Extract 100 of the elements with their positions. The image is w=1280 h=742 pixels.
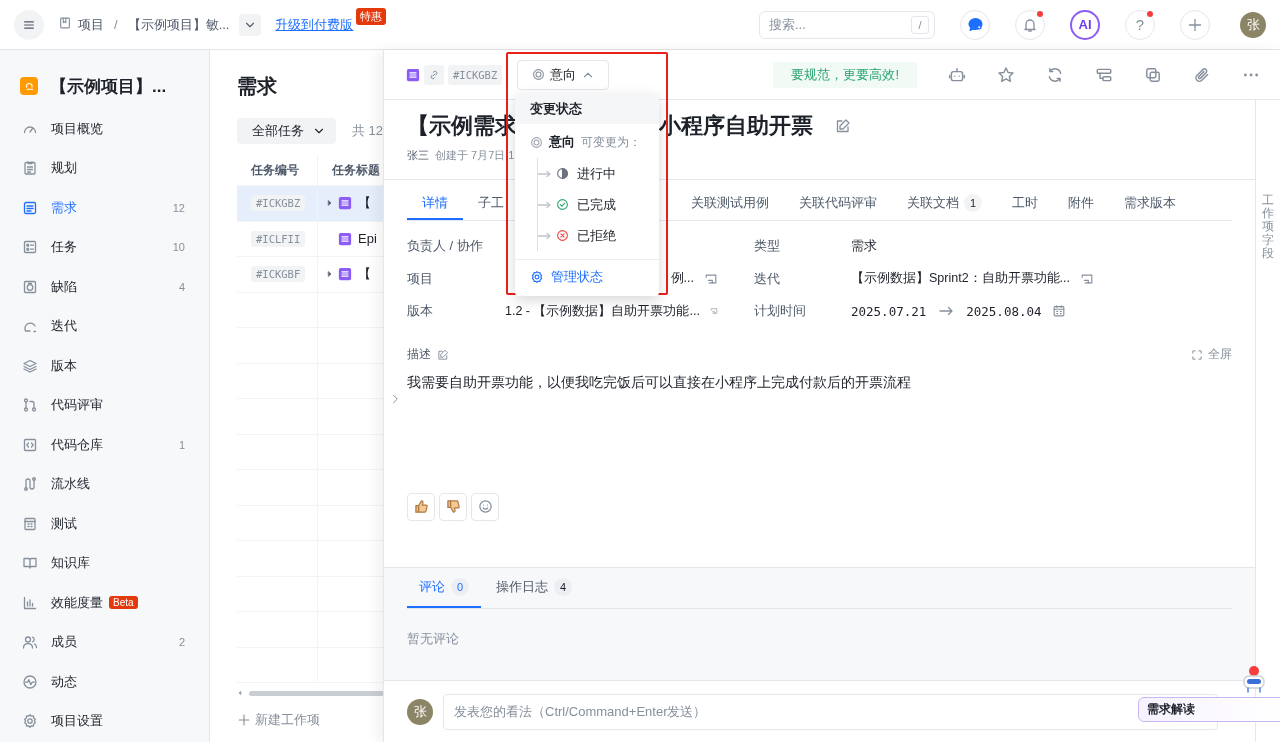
current-status: 意向 — [549, 133, 575, 151]
section-label: 描述 — [407, 346, 431, 363]
menu-button[interactable] — [14, 9, 44, 40]
tab[interactable]: 操作日志 4 — [496, 568, 572, 608]
field-value: 1.2 - 【示例数据】自助开票功能... — [505, 302, 700, 320]
thumbs-up-icon — [413, 499, 429, 514]
clipboard-icon — [22, 160, 38, 177]
breadcrumb-link[interactable]: 【示例项目】敏... — [127, 15, 230, 34]
filter-dropdown[interactable]: 全部任务 — [237, 118, 336, 144]
sidebar-item[interactable]: 知识库 — [0, 543, 209, 583]
sidebar-item[interactable]: 项目概览 — [0, 109, 209, 149]
copy-icon[interactable] — [1144, 65, 1162, 84]
item-count: 共 12 — [352, 122, 383, 140]
sidebar-item[interactable]: 代码评审 — [0, 385, 209, 425]
upgrade-link[interactable]: 升级到付费版 — [275, 15, 354, 34]
shortcut-key: / — [911, 15, 929, 34]
paperclip-icon[interactable] — [1193, 65, 1211, 84]
edit-icon — [835, 118, 851, 134]
sidebar-item[interactable]: 缺陷 4 — [0, 267, 209, 307]
item-title: 【 — [358, 265, 371, 284]
item-title: 【 — [358, 194, 371, 213]
cross-circle-icon — [556, 229, 569, 242]
sidebar-item[interactable]: 任务 10 — [0, 227, 209, 267]
item-id: #ICKGBZ — [251, 195, 306, 212]
chat-button[interactable] — [960, 9, 990, 40]
emoji-button[interactable] — [471, 492, 499, 521]
tab[interactable]: 关联测试用例 — [676, 188, 784, 220]
calendar-icon — [1051, 304, 1066, 319]
layers-icon — [22, 357, 38, 374]
chat-bubble-icon — [966, 16, 984, 33]
sidebar-item[interactable]: 规划 — [0, 148, 209, 188]
sidebar-item[interactable]: 成员 2 — [0, 622, 209, 662]
status-option[interactable]: 进行中 — [538, 158, 659, 189]
assistant-chip[interactable]: 需求解读 — [1138, 697, 1280, 722]
item-id: #ICKGBZ — [448, 64, 503, 85]
dropdown-button[interactable] — [239, 13, 262, 36]
bar-chart-icon — [22, 594, 38, 611]
menu-heading: 变更状态 — [515, 94, 659, 124]
fullscreen-button[interactable]: 全屏 — [1185, 346, 1232, 363]
status-option[interactable]: 已完成 — [538, 189, 659, 220]
sidebar-item[interactable]: 动态 — [0, 662, 209, 702]
slogan-banner: 要规范，更要高效! — [773, 61, 917, 88]
hint-text: 可变更为： — [581, 133, 641, 151]
pipeline-icon — [22, 476, 38, 493]
ai-button[interactable]: AI — [1070, 9, 1100, 40]
item-id: #ICKGBF — [251, 266, 306, 283]
user-avatar[interactable]: 张 — [1240, 11, 1266, 38]
tab[interactable]: 工时 — [997, 188, 1053, 220]
sidebar-item[interactable]: 版本 — [0, 346, 209, 386]
robot-icon[interactable] — [948, 65, 966, 84]
thumbs-down-icon — [445, 499, 461, 514]
settings-icon — [22, 713, 38, 730]
caret-left-icon — [237, 689, 243, 697]
sidebar-item[interactable]: 效能度量 Beta — [0, 583, 209, 623]
star-icon[interactable] — [997, 65, 1015, 84]
tab[interactable]: 评论 0 — [407, 568, 481, 608]
connector-arrow — [538, 200, 552, 209]
field-label: 版本 — [407, 302, 434, 321]
checklist-icon — [22, 239, 38, 256]
document-icon — [338, 267, 352, 282]
branch-icon — [22, 397, 38, 414]
sidebar-item[interactable]: 代码仓库 1 — [0, 425, 209, 465]
sidebar-item[interactable]: 需求 12 — [0, 188, 209, 228]
sidebar-item[interactable]: 项目设置 — [0, 701, 209, 741]
breadcrumb-link[interactable]: 项目 — [78, 15, 104, 34]
description-text: 我需要自助开票功能，以便我吃完饭后可以直接在小程序上完成付款后的开票流程 — [407, 372, 912, 392]
item-title: Epi — [358, 231, 377, 247]
manage-status-link[interactable]: 管理状态 — [515, 260, 659, 294]
dislike-button[interactable] — [439, 492, 467, 521]
tab[interactable]: 关联文档 1 — [892, 188, 997, 220]
field-label: 项目 — [407, 269, 434, 288]
field-label: 迭代 — [754, 269, 781, 288]
pulse-icon — [22, 673, 38, 690]
notification-button[interactable] — [1015, 9, 1045, 40]
tab[interactable]: 子工 — [463, 188, 519, 220]
field-value: 例... — [670, 270, 694, 288]
date-range[interactable]: 2025.07.21 2025.08.04 — [851, 303, 1232, 320]
sidebar-item[interactable]: 测试 — [0, 504, 209, 544]
user-avatar: 张 — [407, 698, 433, 725]
like-button[interactable] — [407, 492, 435, 521]
tab[interactable]: 附件 — [1053, 188, 1109, 220]
item-id: #ICLFII — [251, 230, 306, 247]
scrollbar[interactable] — [249, 690, 383, 696]
target-circle-icon — [531, 68, 545, 81]
table-row[interactable]: #ICKGBZ 【 — [237, 186, 383, 222]
check-circle-icon — [556, 198, 569, 211]
half-circle-icon — [556, 167, 569, 180]
chain-link-icon — [428, 68, 440, 81]
sidebar-item[interactable]: 流水线 — [0, 464, 209, 504]
edit-icon — [437, 348, 449, 361]
status-dropdown[interactable]: 意向 — [517, 59, 610, 90]
tab[interactable]: 关联代码评审 — [784, 188, 892, 220]
tab[interactable]: 详情 — [407, 188, 463, 220]
refresh-icon[interactable] — [1046, 65, 1064, 84]
link-button[interactable] — [424, 64, 444, 85]
add-button[interactable] — [1180, 9, 1210, 40]
sidebar-item[interactable]: 迭代 — [0, 306, 209, 346]
field-value: 需求 — [851, 237, 877, 255]
status-option[interactable]: 已拒绝 — [538, 220, 659, 251]
tab[interactable]: 需求版本 — [1109, 188, 1191, 220]
